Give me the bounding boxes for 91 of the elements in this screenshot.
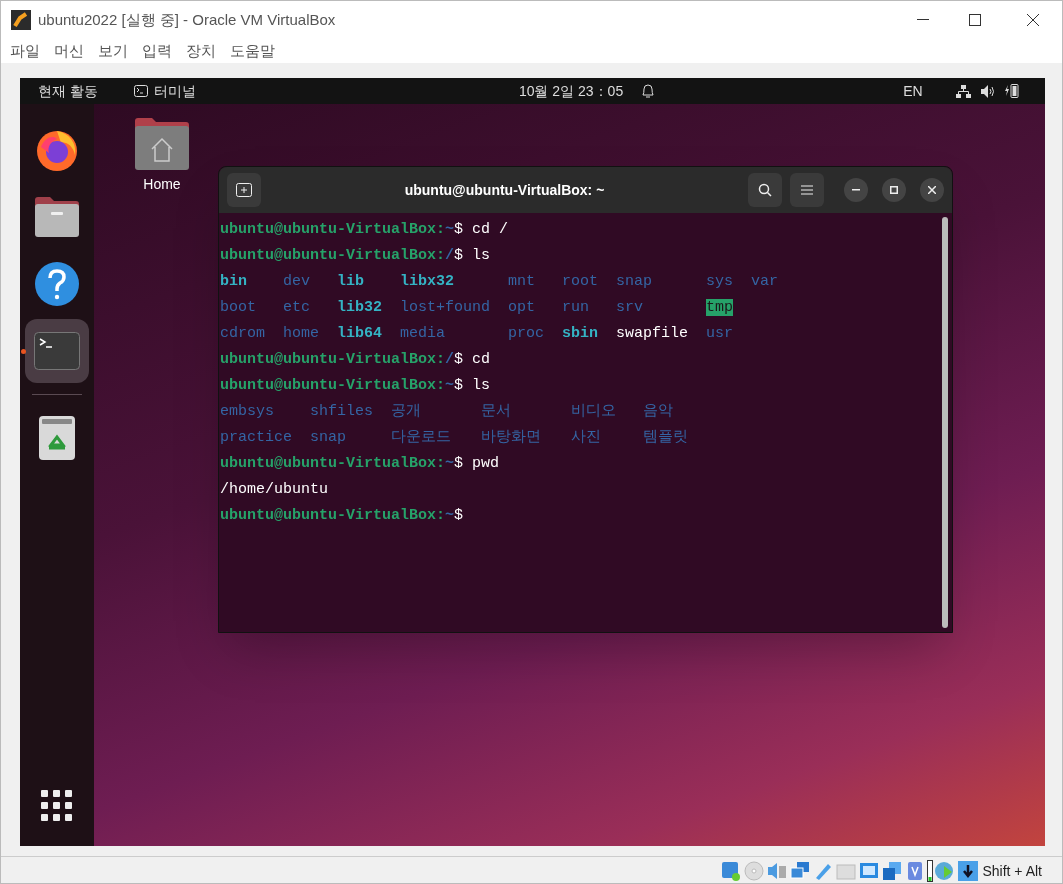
menu-button[interactable]	[790, 173, 824, 207]
file-name: 공개	[391, 402, 421, 420]
app-menu[interactable]: 터미널	[153, 80, 196, 102]
terminal-icon	[133, 85, 148, 97]
file-name: sbin	[562, 324, 598, 342]
file-name: 템플릿	[643, 428, 688, 446]
activities-button[interactable]: 현재 활동	[38, 80, 98, 102]
file-name: snap	[310, 428, 346, 446]
volume-icon[interactable]	[980, 84, 996, 98]
file-name: sys	[706, 272, 733, 290]
file-name: cdrom	[220, 324, 265, 342]
prompt-line: ubuntu@ubuntu-VirtualBox:~$	[220, 505, 464, 526]
file-name: dev	[283, 272, 310, 290]
file-name: bin	[220, 272, 247, 290]
file-name: 다운로드	[391, 428, 451, 446]
close-icon	[928, 186, 936, 194]
close-icon	[1027, 14, 1039, 26]
minimize-icon	[917, 19, 929, 21]
activity-indicator	[927, 860, 934, 882]
minimize-icon	[852, 189, 860, 191]
file-name: media	[400, 324, 445, 342]
new-tab-icon	[236, 183, 252, 197]
hard-disk-icon[interactable]	[720, 860, 743, 882]
file-name: opt	[508, 298, 535, 316]
apps-grid-icon[interactable]	[41, 790, 73, 822]
prompt-line: ubuntu@ubuntu-VirtualBox:~$ ls	[220, 375, 491, 396]
file-name: practice	[220, 428, 292, 446]
minimize-button[interactable]	[844, 178, 868, 202]
file-name: etc	[283, 298, 310, 316]
file-name: 비디오	[571, 402, 616, 420]
bell-icon[interactable]	[641, 83, 656, 99]
windows-icon[interactable]	[881, 860, 904, 882]
close-button[interactable]	[920, 178, 944, 202]
file-name: 바탕화면	[481, 428, 541, 446]
menu-item[interactable]: 입력	[142, 39, 172, 63]
file-name: home	[283, 324, 319, 342]
prompt-line: ubuntu@ubuntu-VirtualBox:~$ cd /	[220, 219, 509, 240]
file-name: run	[562, 298, 589, 316]
new-tab-button[interactable]	[227, 173, 261, 207]
output-line: /home/ubuntu	[220, 479, 329, 500]
speaker-icon[interactable]	[766, 860, 789, 882]
menu-item[interactable]: 장치	[186, 39, 216, 63]
file-name: embsys	[220, 402, 274, 420]
file-name: mnt	[508, 272, 535, 290]
menu-icon	[801, 185, 813, 195]
menu-item[interactable]: 파일	[10, 39, 40, 63]
file-name: proc	[508, 324, 544, 342]
file-name: lib32	[337, 298, 382, 316]
file-name: swapfile	[616, 324, 688, 342]
prompt-line: ubuntu@ubuntu-VirtualBox:/$ cd	[220, 349, 491, 370]
help-icon[interactable]	[34, 261, 80, 307]
vm-screen[interactable]	[20, 78, 1045, 846]
prompt-line: ubuntu@ubuntu-VirtualBox:~$ pwd	[220, 453, 500, 474]
file-name: shfiles	[310, 402, 373, 420]
file-name: lib	[337, 272, 364, 290]
trash-icon[interactable]	[38, 415, 76, 461]
file-name: srv	[616, 298, 643, 316]
file-name: 음악	[643, 402, 673, 420]
window-title: ubuntu2022 [실행 중] - Oracle VM VirtualBox	[38, 9, 336, 30]
prompt-line: ubuntu@ubuntu-VirtualBox:/$ ls	[220, 245, 491, 266]
menu-item[interactable]: 보기	[98, 39, 128, 63]
maximize-icon	[969, 14, 981, 26]
search-icon	[758, 183, 772, 197]
file-name: libx32	[400, 272, 454, 290]
network-icon[interactable]	[955, 84, 971, 98]
file-name: lost+found	[400, 298, 490, 316]
file-name: root	[562, 272, 598, 290]
file-name: tmp	[706, 298, 733, 316]
scrollbar[interactable]	[942, 217, 948, 628]
file-name: usr	[706, 324, 733, 342]
battery-icon[interactable]	[1004, 83, 1019, 99]
input-source[interactable]: EN	[903, 80, 923, 102]
home-folder-icon[interactable]	[134, 117, 190, 171]
maximize-button[interactable]	[882, 178, 906, 202]
clock[interactable]: 10월 2일 23：05	[518, 80, 624, 102]
file-name: lib64	[337, 324, 382, 342]
app-logo-icon	[11, 10, 31, 30]
menu-item[interactable]: 도움말	[230, 39, 275, 63]
terminal-icon[interactable]	[34, 332, 80, 370]
file-name: 문서	[481, 402, 511, 420]
folder-icon[interactable]	[34, 196, 80, 238]
file-name: snap	[616, 272, 652, 290]
host-key-label: Shift + Alt	[982, 861, 1042, 881]
maximize-icon	[890, 186, 898, 194]
file-name: var	[751, 272, 778, 290]
menu-item[interactable]: 머신	[54, 39, 84, 63]
desktop-icon-label[interactable]: Home	[143, 174, 181, 195]
search-button[interactable]	[748, 173, 782, 207]
file-name: 사진	[571, 428, 601, 446]
terminal-title: ubuntu@ubuntu-VirtualBox: ~	[403, 180, 606, 200]
file-name: boot	[220, 298, 256, 316]
